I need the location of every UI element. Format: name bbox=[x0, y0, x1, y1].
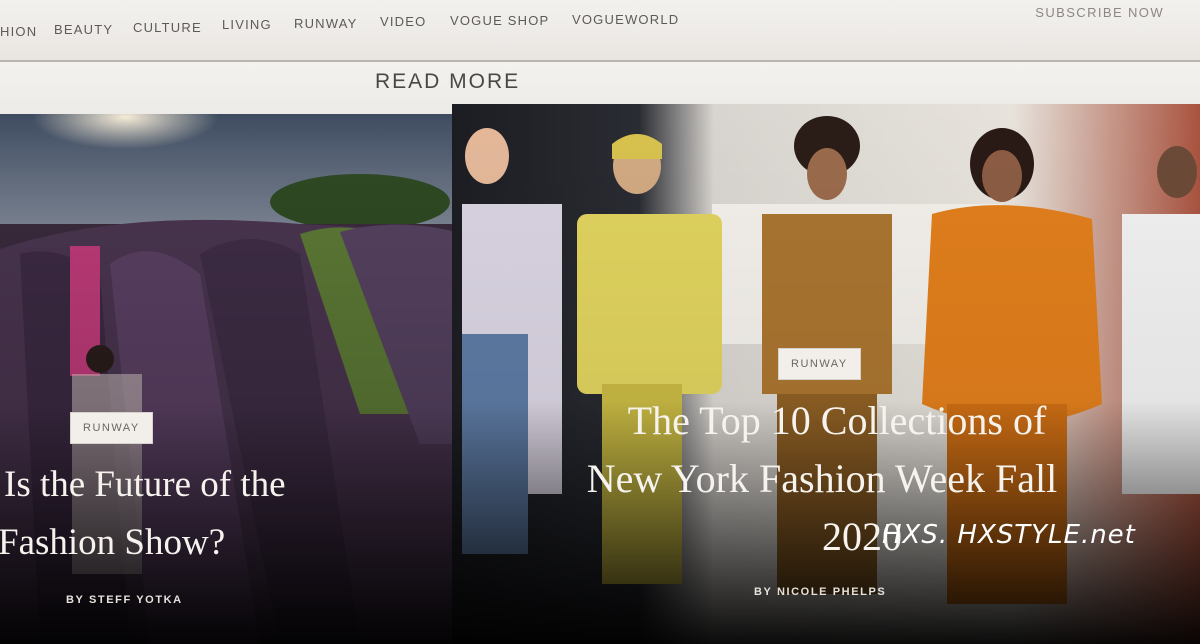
article-card-nyfw-top-10[interactable]: RUNWAY The Top 10 Collections of New Yor… bbox=[452, 104, 1200, 644]
headline-line: Is the Future of the bbox=[4, 464, 286, 505]
subscribe-link[interactable]: SUBSCRIBE NOW bbox=[1035, 5, 1164, 20]
headline-line: Fashion Show? bbox=[0, 522, 226, 563]
read-more-link[interactable]: READ MORE bbox=[375, 70, 520, 94]
article-byline: BY STEFF YOTKA bbox=[66, 594, 183, 606]
nav-item-living[interactable]: LIVING bbox=[222, 17, 272, 32]
category-badge[interactable]: RUNWAY bbox=[778, 348, 861, 380]
nav-item-video[interactable]: VIDEO bbox=[380, 14, 426, 29]
nav-item-beauty[interactable]: BEAUTY bbox=[54, 22, 113, 37]
nav-item-runway[interactable]: RUNWAY bbox=[294, 16, 358, 31]
category-badge[interactable]: RUNWAY bbox=[70, 412, 153, 444]
headline-line: New York Fashion Week Fall bbox=[586, 456, 1058, 501]
nav-item-vogueworld[interactable]: VOGUEWORLD bbox=[572, 12, 679, 27]
nav-item-vogue-shop[interactable]: VOGUE SHOP bbox=[450, 13, 549, 28]
article-byline: BY NICOLE PHELPS bbox=[754, 586, 887, 598]
article-headline[interactable]: Is the Future of the Fashion Show? bbox=[0, 456, 286, 572]
nav-item-fashion[interactable]: HION bbox=[0, 24, 37, 39]
headline-line: The Top 10 Collections of bbox=[627, 398, 1047, 443]
top-navigation: HION BEAUTY CULTURE LIVING RUNWAY VIDEO … bbox=[0, 0, 1200, 62]
nav-item-culture[interactable]: CULTURE bbox=[133, 20, 202, 35]
article-card-future-fashion-show[interactable]: RUNWAY Is the Future of the Fashion Show… bbox=[0, 114, 464, 644]
watermark-text: HXS. HXSTYLE.net bbox=[882, 520, 1136, 550]
